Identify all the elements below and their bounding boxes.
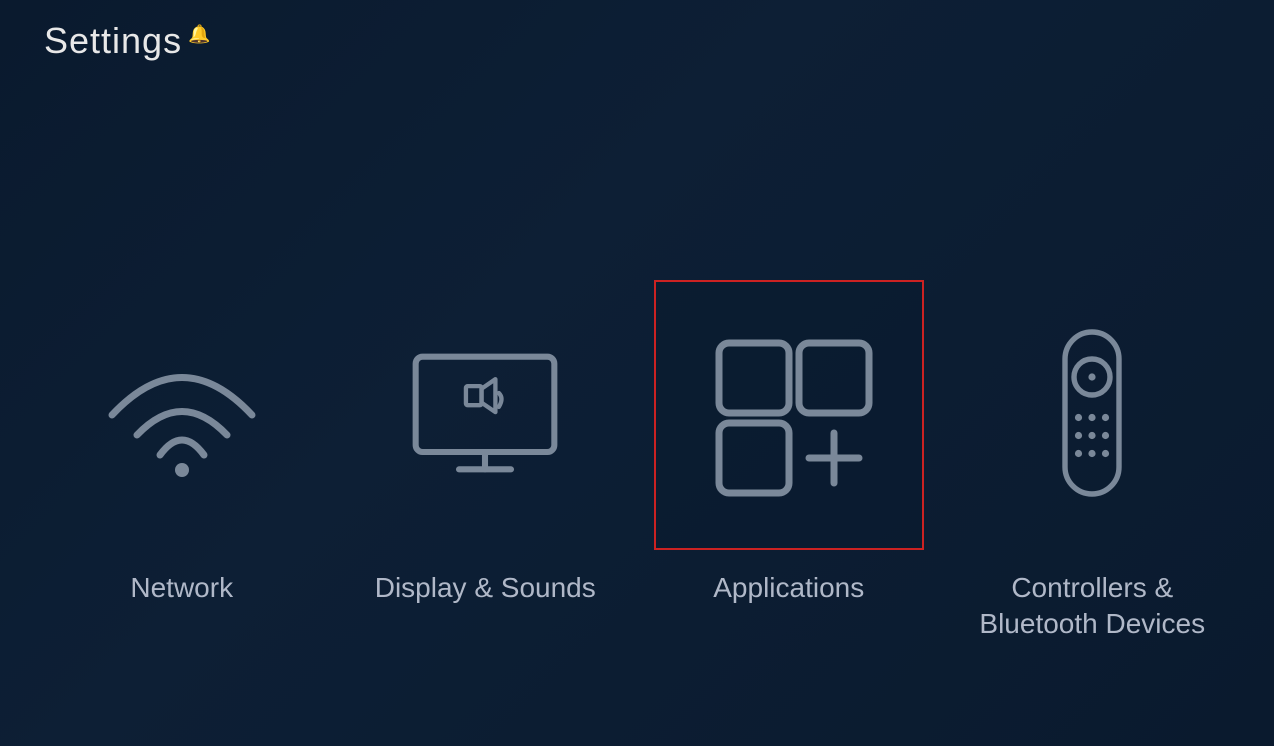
controllers-label: Controllers &Bluetooth Devices: [979, 570, 1205, 643]
sidebar-item-controllers[interactable]: Controllers &Bluetooth Devices: [971, 280, 1215, 643]
sidebar-item-display-sounds[interactable]: Display & Sounds: [364, 280, 608, 606]
notification-bell-icon: 🔔: [188, 24, 211, 45]
applications-icon-container: [654, 280, 924, 550]
sidebar-item-network[interactable]: Network: [60, 280, 304, 606]
wifi-icon: [102, 350, 262, 480]
applications-label: Applications: [713, 570, 864, 606]
settings-grid: Network: [0, 280, 1274, 643]
controllers-remote-icon: [1052, 323, 1132, 508]
page-title: Settings 🔔: [44, 20, 212, 62]
network-icon-container: [47, 280, 317, 550]
display-sounds-icon: [405, 348, 565, 483]
display-sounds-label: Display & Sounds: [375, 570, 596, 606]
display-icon-container: [350, 280, 620, 550]
sidebar-item-applications[interactable]: Applications: [667, 280, 911, 606]
controllers-icon-container: [957, 280, 1227, 550]
settings-title-text: Settings: [44, 20, 182, 62]
network-label: Network: [130, 570, 233, 606]
applications-icon: [699, 323, 879, 508]
